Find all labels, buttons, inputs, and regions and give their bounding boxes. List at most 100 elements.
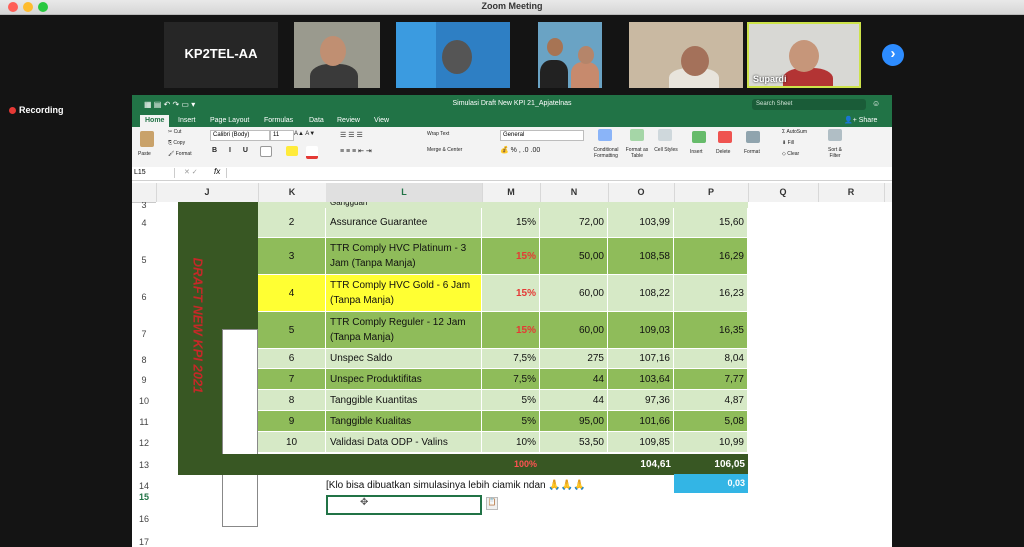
cell-no[interactable]: 2 xyxy=(258,208,326,238)
row-header[interactable]: 17 xyxy=(132,529,156,547)
align-top-icons[interactable]: ☰ ☰ ☰ xyxy=(340,131,363,139)
cell-bobot[interactable]: 5% xyxy=(482,390,540,411)
cell-score[interactable]: 15,60 xyxy=(674,208,748,238)
next-page-arrow-icon[interactable]: › xyxy=(882,44,904,66)
delete-cells-button[interactable]: Delete xyxy=(716,149,730,155)
cell-no[interactable]: 7 xyxy=(258,369,326,390)
row-header[interactable]: 4 xyxy=(132,208,156,238)
tab-review[interactable]: Review xyxy=(337,115,360,127)
fx-label[interactable]: fx xyxy=(214,167,220,176)
total-real[interactable]: 104,61 xyxy=(608,454,674,475)
column-header[interactable]: P xyxy=(674,183,749,202)
cell-kpi[interactable]: Unspec Saldo xyxy=(326,349,482,369)
cell-styles-button[interactable]: Cell Styles xyxy=(654,147,678,153)
cell-real[interactable]: 97,36 xyxy=(608,390,674,411)
cell-target[interactable]: 44 xyxy=(540,390,608,411)
cell-score[interactable]: 4,87 xyxy=(674,390,748,411)
sheet-grid[interactable]: Gangguan DRAFT NEW KPI 2021 100% 104,61 … xyxy=(156,202,892,547)
align-horizontal-icons[interactable]: ≡ ≡ ≡ ⇤ ⇥ xyxy=(340,147,372,155)
cell-real[interactable]: 108,22 xyxy=(608,275,674,312)
cell-target[interactable]: 275 xyxy=(540,349,608,369)
cell-bobot[interactable]: 10% xyxy=(482,432,540,453)
column-header[interactable]: M xyxy=(482,183,541,202)
smiley-icon[interactable]: ☺ xyxy=(872,99,880,108)
font-size-buttons[interactable]: A▲ A▼ xyxy=(294,131,315,137)
cell-target[interactable]: 53,50 xyxy=(540,432,608,453)
column-header[interactable]: O xyxy=(608,183,675,202)
delete-cells-icon[interactable] xyxy=(718,131,732,143)
column-header[interactable]: J xyxy=(156,183,259,202)
cell-real[interactable]: 109,85 xyxy=(608,432,674,453)
cell-no[interactable]: 8 xyxy=(258,390,326,411)
row-header[interactable]: 12 xyxy=(132,432,156,453)
select-all-corner[interactable] xyxy=(132,183,157,202)
format-as-table-button[interactable]: Format as Table xyxy=(624,147,650,159)
cell-target[interactable]: 50,00 xyxy=(540,238,608,275)
cell-score[interactable]: 8,04 xyxy=(674,349,748,369)
paste-icon[interactable] xyxy=(140,131,154,147)
tab-home[interactable]: Home xyxy=(140,115,170,127)
cell-kpi[interactable]: Unspec Produktifitas xyxy=(326,369,482,390)
cell-score[interactable]: 10,99 xyxy=(674,432,748,453)
insert-cells-button[interactable]: Insert xyxy=(690,149,703,155)
formula-cancel-confirm-icons[interactable]: ✕ ✓ xyxy=(184,168,198,176)
bold-italic-underline-buttons[interactable]: B I U xyxy=(212,147,253,154)
cell-target[interactable]: 95,00 xyxy=(540,411,608,432)
cell-no[interactable]: 10 xyxy=(258,432,326,453)
format-as-table-icon[interactable] xyxy=(630,129,644,141)
total-score[interactable]: 106,05 xyxy=(674,454,748,475)
search-sheet-input[interactable]: Search Sheet xyxy=(752,99,866,110)
cell-bobot[interactable]: 15% xyxy=(482,275,540,312)
note-text[interactable]: [Klo bisa dibuatkan simulasinya lebih ci… xyxy=(326,477,646,495)
cell-kpi[interactable]: TTR Comply HVC Gold - 6 Jam (Tanpa Manja… xyxy=(326,275,482,312)
row-header[interactable]: 5 xyxy=(132,238,156,275)
sort-filter-button[interactable]: Sort & Filter xyxy=(824,147,846,159)
font-color-icon[interactable] xyxy=(306,146,318,159)
cell-real[interactable]: 103,64 xyxy=(608,369,674,390)
format-cells-button[interactable]: Format xyxy=(744,149,760,155)
cell-kpi[interactable]: Validasi Data ODP - Valins xyxy=(326,432,482,453)
format-painter-button[interactable]: 🖌 Format xyxy=(168,151,192,157)
cell-real[interactable]: 108,58 xyxy=(608,238,674,275)
column-header[interactable]: Q xyxy=(748,183,819,202)
row-header[interactable]: 13 xyxy=(132,453,156,474)
cell-kpi[interactable]: Tanggible Kuantitas xyxy=(326,390,482,411)
column-header[interactable]: R xyxy=(818,183,885,202)
tab-data[interactable]: Data xyxy=(309,115,324,127)
cell-bobot[interactable]: 15% xyxy=(482,312,540,349)
font-size-select[interactable]: 11 xyxy=(270,130,294,141)
cell-bobot[interactable]: 15% xyxy=(482,208,540,238)
total-bobot[interactable]: 100% xyxy=(482,454,540,475)
cut-button[interactable]: ✂ Cut xyxy=(168,129,181,135)
column-header[interactable]: L xyxy=(326,183,483,202)
column-header[interactable]: K xyxy=(258,183,327,202)
cell-no[interactable]: 6 xyxy=(258,349,326,369)
format-cells-icon[interactable] xyxy=(746,131,760,143)
selected-cell-l15[interactable] xyxy=(326,495,482,515)
paste-options-icon[interactable]: 📋 xyxy=(486,497,498,510)
cell-kpi[interactable]: Tanggible Kualitas xyxy=(326,411,482,432)
fill-button[interactable]: ⬇ Fill xyxy=(782,140,794,146)
share-button[interactable]: 👤+ Share xyxy=(844,115,877,127)
conditional-formatting-icon[interactable] xyxy=(598,129,612,141)
tab-insert[interactable]: Insert xyxy=(178,115,196,127)
cell-target[interactable]: 60,00 xyxy=(540,275,608,312)
participant-tile-kp2tel[interactable]: KP2TEL-AA xyxy=(164,22,278,88)
copy-button[interactable]: ⎘ Copy xyxy=(168,140,185,146)
tab-view[interactable]: View xyxy=(374,115,389,127)
insert-cells-icon[interactable] xyxy=(692,131,706,143)
participant-video-supardi[interactable]: Supardi xyxy=(747,22,861,88)
number-format-select[interactable]: General xyxy=(500,130,584,141)
row-header[interactable]: 10 xyxy=(132,390,156,411)
font-name-select[interactable]: Calibri (Body) xyxy=(210,130,270,141)
cell-bobot[interactable]: 5% xyxy=(482,411,540,432)
row-header[interactable]: 6 xyxy=(132,275,156,312)
merge-center-button[interactable]: Merge & Center xyxy=(427,147,462,153)
sort-filter-icon[interactable] xyxy=(828,129,842,141)
column-header[interactable]: N xyxy=(540,183,609,202)
cell-score[interactable]: 16,29 xyxy=(674,238,748,275)
row-header[interactable]: 7 xyxy=(132,312,156,349)
participant-video-3[interactable] xyxy=(396,22,510,88)
wrap-text-button[interactable]: Wrap Text xyxy=(427,131,449,137)
cell-real[interactable]: 101,66 xyxy=(608,411,674,432)
